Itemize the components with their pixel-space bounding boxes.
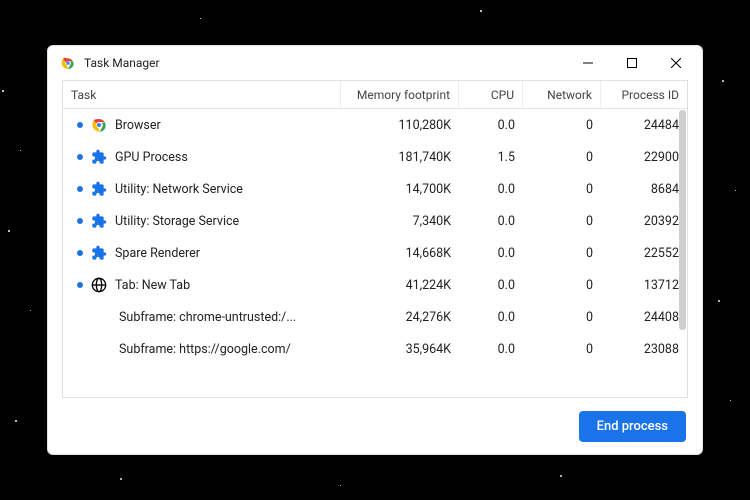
cell-cpu: 0.0: [459, 246, 523, 261]
cell-memory: 181,740K: [341, 150, 459, 165]
task-name: Subframe: https://google.com/: [119, 342, 291, 357]
column-cpu[interactable]: CPU: [459, 81, 523, 108]
table-row[interactable]: Browser 110,280K0.0024484: [63, 109, 687, 141]
task-name: Subframe: chrome-untrusted:/...: [119, 310, 296, 325]
table-row[interactable]: Tab: New Tab 41,224K0.0013712: [63, 269, 687, 301]
globe-icon: [91, 277, 107, 293]
puzzle-icon: [91, 213, 107, 229]
maximize-button[interactable]: [610, 48, 654, 78]
table-row[interactable]: Utility: Network Service 14,700K0.008684: [63, 173, 687, 205]
table-row[interactable]: Spare Renderer 14,668K0.0022552: [63, 237, 687, 269]
cell-pid: 22552: [601, 246, 687, 261]
cell-memory: 35,964K: [341, 342, 459, 357]
status-dot-icon: [77, 218, 83, 224]
cell-cpu: 0.0: [459, 182, 523, 197]
cell-memory: 41,224K: [341, 278, 459, 293]
window-title: Task Manager: [84, 56, 566, 70]
task-name: Tab: New Tab: [115, 278, 190, 293]
cell-network: 0: [523, 278, 601, 293]
task-name: Spare Renderer: [115, 246, 200, 261]
cell-network: 0: [523, 214, 601, 229]
column-memory[interactable]: Memory footprint: [341, 81, 459, 108]
puzzle-icon: [91, 181, 107, 197]
status-dot-icon: [77, 154, 83, 160]
status-dot-icon: [77, 282, 83, 288]
column-pid[interactable]: Process ID: [601, 81, 687, 108]
cell-memory: 24,276K: [341, 310, 459, 325]
cell-pid: 8684: [601, 182, 687, 197]
cell-pid: 24408: [601, 310, 687, 325]
table-row[interactable]: Subframe: https://google.com/35,964K0.00…: [63, 333, 687, 365]
puzzle-icon: [91, 245, 107, 261]
scrollbar[interactable]: [679, 110, 686, 330]
titlebar[interactable]: Task Manager: [48, 46, 702, 80]
minimize-button[interactable]: [566, 48, 610, 78]
task-name: Utility: Network Service: [115, 182, 243, 197]
cell-cpu: 1.5: [459, 150, 523, 165]
cell-cpu: 0.0: [459, 278, 523, 293]
task-name: Utility: Storage Service: [115, 214, 239, 229]
column-task[interactable]: Task: [63, 81, 341, 108]
end-process-button[interactable]: End process: [579, 411, 686, 442]
cell-network: 0: [523, 118, 601, 133]
cell-pid: 23088: [601, 342, 687, 357]
cell-network: 0: [523, 342, 601, 357]
cell-pid: 22900: [601, 150, 687, 165]
table-row[interactable]: Utility: Storage Service 7,340K0.0020392: [63, 205, 687, 237]
footer: End process: [48, 398, 702, 454]
task-manager-window: Task Manager Task Memory footprint CPU N…: [47, 45, 703, 455]
cell-pid: 20392: [601, 214, 687, 229]
puzzle-icon: [91, 149, 107, 165]
table-row[interactable]: Subframe: chrome-untrusted:/... 24,276K0.…: [63, 301, 687, 333]
chrome-icon: [91, 117, 107, 133]
table-body: Browser110,280K0.0024484GPU Process181,7…: [63, 109, 687, 397]
table-row[interactable]: GPU Process 181,740K1.5022900: [63, 141, 687, 173]
cell-pid: 13712: [601, 278, 687, 293]
cell-memory: 7,340K: [341, 214, 459, 229]
column-network[interactable]: Network: [523, 81, 601, 108]
chrome-icon: [60, 55, 76, 71]
status-dot-icon: [77, 250, 83, 256]
cell-network: 0: [523, 246, 601, 261]
status-dot-icon: [77, 186, 83, 192]
cell-network: 0: [523, 182, 601, 197]
cell-cpu: 0.0: [459, 342, 523, 357]
cell-pid: 24484: [601, 118, 687, 133]
process-table: Task Memory footprint CPU Network Proces…: [62, 80, 688, 398]
cell-cpu: 0.0: [459, 214, 523, 229]
cell-memory: 14,668K: [341, 246, 459, 261]
cell-network: 0: [523, 150, 601, 165]
table-header: Task Memory footprint CPU Network Proces…: [63, 81, 687, 109]
close-button[interactable]: [654, 48, 698, 78]
status-dot-icon: [77, 122, 83, 128]
cell-memory: 110,280K: [341, 118, 459, 133]
cell-cpu: 0.0: [459, 118, 523, 133]
cell-cpu: 0.0: [459, 310, 523, 325]
task-name: GPU Process: [115, 150, 188, 165]
cell-memory: 14,700K: [341, 182, 459, 197]
cell-network: 0: [523, 310, 601, 325]
task-name: Browser: [115, 118, 161, 133]
